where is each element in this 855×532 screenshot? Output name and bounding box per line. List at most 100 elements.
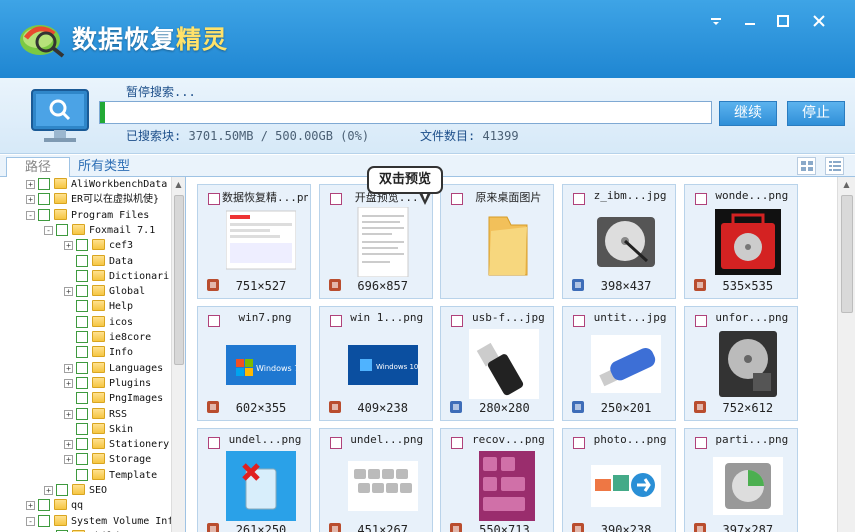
file-card[interactable]: untit...jpg 250×201 — [562, 306, 677, 421]
file-name: win7.png — [238, 311, 292, 324]
file-card[interactable]: recov...png 550×713 — [440, 428, 555, 532]
tree-item-checkbox[interactable] — [38, 208, 50, 221]
folder-icon — [92, 315, 105, 327]
expand-toggle-icon[interactable]: + — [64, 287, 73, 297]
expand-toggle-icon[interactable]: + — [64, 363, 73, 373]
file-card[interactable]: 原来桌面图片 — [440, 184, 555, 299]
screenshot-thumb — [226, 210, 296, 270]
file-checkbox[interactable] — [573, 437, 586, 449]
expand-toggle-icon[interactable]: + — [64, 455, 73, 465]
tree-item-checkbox[interactable] — [76, 315, 88, 328]
tree-item-checkbox[interactable] — [76, 392, 88, 405]
expand-toggle-icon[interactable]: + — [64, 241, 73, 251]
tree-item-checkbox[interactable] — [76, 331, 88, 343]
expand-toggle-icon[interactable]: + — [26, 501, 35, 511]
file-card[interactable]: photo...png 390×238 — [562, 428, 677, 532]
tree-item-checkbox[interactable] — [76, 285, 88, 298]
expand-toggle-icon[interactable]: + — [26, 195, 35, 205]
file-card[interactable]: parti...png 397×287 — [683, 428, 798, 532]
file-checkbox[interactable] — [694, 193, 707, 205]
tree-scroll-thumb[interactable] — [174, 195, 184, 365]
expand-toggle-icon[interactable]: - — [26, 210, 35, 220]
tree-item-checkbox[interactable] — [38, 193, 50, 206]
tree-item-checkbox[interactable] — [76, 376, 88, 389]
tab-path[interactable]: 路径 — [6, 157, 70, 177]
file-card[interactable]: 数据恢复精...png 751×527 — [197, 184, 311, 299]
file-checkbox[interactable] — [451, 437, 464, 449]
scroll-up-icon[interactable]: ▲ — [838, 177, 855, 193]
file-card[interactable]: win7.png Windows 7 602×355 — [197, 306, 311, 421]
close-button[interactable] — [808, 10, 830, 32]
file-card[interactable]: undel...png 451×267 — [318, 428, 433, 532]
file-checkbox[interactable] — [573, 193, 586, 205]
image-dimensions: 398×437 — [600, 279, 652, 293]
folder-thumb — [488, 216, 528, 276]
continue-button[interactable]: 继续 — [719, 101, 777, 126]
tree-item-checkbox[interactable] — [76, 422, 88, 435]
tree-item-checkbox[interactable] — [76, 468, 88, 481]
minimize-button[interactable] — [705, 10, 727, 32]
file-card[interactable]: wonde...png 535×535 — [683, 184, 798, 299]
tree-item-checkbox[interactable] — [38, 514, 50, 527]
maximize-button[interactable] — [772, 10, 794, 32]
folder-icon — [92, 453, 105, 465]
file-name: undel...png — [350, 433, 424, 446]
file-card[interactable]: undel...png 261×250 — [197, 428, 311, 532]
expand-toggle-icon[interactable]: - — [44, 225, 53, 235]
list-view-button[interactable] — [825, 157, 844, 175]
file-checkbox[interactable] — [208, 315, 220, 327]
png-file-icon — [450, 523, 463, 532]
file-card[interactable]: unfor...png 752×612 — [683, 306, 798, 421]
png-file-icon — [328, 523, 341, 532]
file-checkbox[interactable] — [329, 437, 342, 449]
folder-icon — [54, 514, 67, 526]
file-checkbox[interactable] — [694, 315, 707, 327]
grid-scrollbar[interactable]: ▲ — [837, 177, 855, 532]
tab-all-types[interactable]: 所有类型 — [70, 157, 138, 177]
tree-item-checkbox[interactable] — [56, 484, 68, 496]
tree-item-checkbox[interactable] — [76, 346, 88, 359]
file-checkbox[interactable] — [329, 315, 342, 327]
tree-item-checkbox[interactable] — [76, 438, 88, 451]
tree-scrollbar[interactable]: ▲ — [171, 177, 185, 532]
stop-button[interactable]: 停止 — [787, 101, 845, 126]
tree-item-checkbox[interactable] — [76, 407, 88, 420]
file-checkbox[interactable] — [208, 193, 220, 205]
file-checkbox[interactable] — [451, 193, 464, 205]
file-card[interactable]: z_ibm...jpg 398×437 — [562, 184, 677, 299]
tree-item-checkbox[interactable] — [76, 453, 88, 466]
tree-item-checkbox[interactable] — [76, 239, 88, 252]
file-card[interactable]: usb-f...jpg 280×280 — [440, 306, 555, 421]
file-card[interactable]: win 1...png Windows 10 409×238 — [318, 306, 433, 421]
expand-toggle-icon[interactable]: + — [64, 378, 73, 388]
svg-text:Windows 10: Windows 10 — [376, 363, 418, 371]
harddisk2-thumb — [718, 331, 777, 397]
expand-toggle-icon[interactable]: - — [26, 516, 35, 526]
grid-scroll-thumb[interactable] — [841, 195, 853, 313]
file-checkbox[interactable] — [451, 315, 464, 327]
tree-item-checkbox[interactable] — [56, 223, 68, 236]
tree-item-checkbox[interactable] — [76, 269, 88, 282]
tree-item-checkbox[interactable] — [38, 178, 50, 190]
usb-thumb — [469, 329, 540, 399]
file-checkbox[interactable] — [208, 437, 220, 449]
expand-toggle-icon[interactable]: + — [26, 180, 35, 189]
tree-item-checkbox[interactable] — [76, 361, 88, 374]
file-name: 数据恢复精...png — [222, 191, 308, 204]
tree-item-checkbox[interactable] — [38, 499, 50, 512]
file-checkbox[interactable] — [694, 437, 707, 449]
file-checkbox[interactable] — [573, 315, 586, 327]
file-checkbox[interactable] — [329, 193, 342, 205]
tree-item-checkbox[interactable] — [76, 300, 88, 313]
expand-toggle-icon[interactable]: + — [64, 409, 73, 419]
expand-toggle-icon[interactable]: + — [44, 486, 53, 495]
restore-button[interactable] — [739, 10, 761, 32]
document-thumb — [357, 207, 409, 277]
scroll-up-icon[interactable]: ▲ — [172, 177, 185, 193]
expand-toggle-icon[interactable]: + — [64, 440, 73, 450]
folder-icon — [92, 376, 105, 388]
file-card[interactable]: 开盘预览... 696×857 — [318, 184, 433, 299]
tree-item-checkbox[interactable] — [76, 254, 88, 267]
tree-item-label: Dictionari — [109, 270, 170, 282]
thumbnail-view-button[interactable] — [797, 157, 816, 175]
